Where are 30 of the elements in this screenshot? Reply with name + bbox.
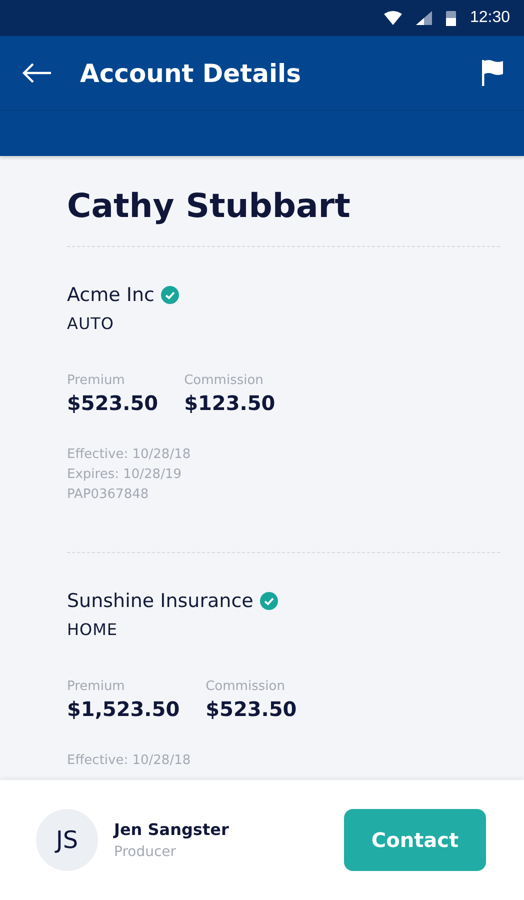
back-arrow-icon (22, 63, 52, 83)
premium-label: Premium (67, 679, 126, 694)
premium-amount: $1,523.50 (67, 697, 180, 721)
policy-detail: Effective: 10/28/18 (67, 447, 192, 462)
policy-line: HOME (67, 620, 119, 639)
policy-detail: PAP0367848 (67, 487, 150, 502)
commission-label: Commission (206, 679, 286, 694)
commission-amount: $523.50 (206, 697, 297, 721)
signal-icon (416, 11, 432, 25)
screen-title: Account Details (80, 58, 302, 88)
company-name: Acme Inc (67, 284, 154, 306)
policy-detail: Expires: 10/28/19 (67, 467, 182, 482)
flag-icon (482, 59, 504, 87)
company-name: Sunshine Insurance (67, 590, 254, 612)
battery-icon (446, 10, 456, 26)
premium-amount: $523.50 (67, 391, 158, 415)
flag-button[interactable] (482, 59, 504, 87)
wifi-icon (384, 11, 402, 25)
policy-detail: Effective: 10/28/18 (67, 753, 192, 768)
status-time: 12:30 (470, 9, 510, 27)
premium-label: Premium (67, 373, 126, 388)
commission-amount: $123.50 (184, 391, 276, 415)
producer-name: Jen Sangster (114, 820, 230, 839)
contact-button[interactable]: Contact (344, 809, 486, 871)
account-name: Cathy Stubbart (67, 186, 352, 226)
producer-role: Producer (114, 844, 178, 860)
back-button[interactable] (22, 63, 52, 83)
avatar-initials: JS (36, 809, 98, 871)
policy-line: AUTO (67, 314, 116, 333)
commission-label: Commission (184, 373, 264, 388)
